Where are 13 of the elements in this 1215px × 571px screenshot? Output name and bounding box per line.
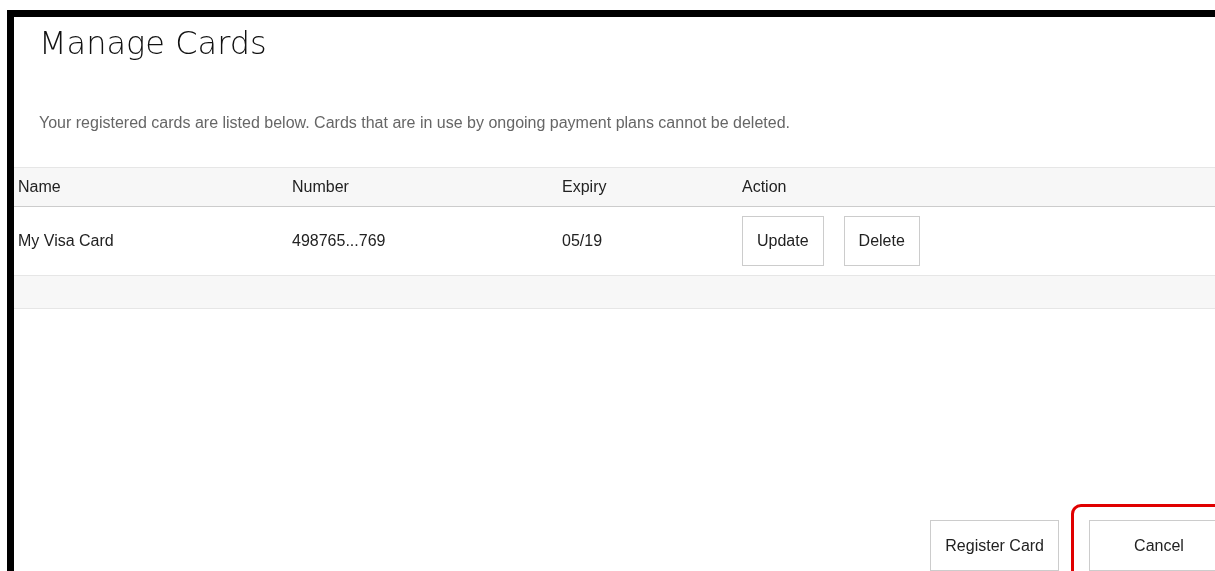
update-button[interactable]: Update <box>742 216 824 266</box>
column-header: Expiry <box>558 167 738 207</box>
column-header: Action <box>738 167 1215 207</box>
cancel-button[interactable]: Cancel <box>1089 520 1215 571</box>
column-header: Number <box>288 167 558 207</box>
table-cell: My Visa Card <box>14 206 288 276</box>
delete-button[interactable]: Delete <box>843 216 920 266</box>
column-header: Name <box>14 167 288 207</box>
table-cell: 05/19 <box>558 206 738 276</box>
register-card-button[interactable]: Register Card <box>930 520 1059 571</box>
description-text: Your registered cards are listed below. Cards that are in use by ongoing payment plans cannot be deleted. <box>39 113 791 133</box>
table-cell: 498765...769 <box>288 206 558 276</box>
page-title: Manage Cards <box>39 23 268 63</box>
